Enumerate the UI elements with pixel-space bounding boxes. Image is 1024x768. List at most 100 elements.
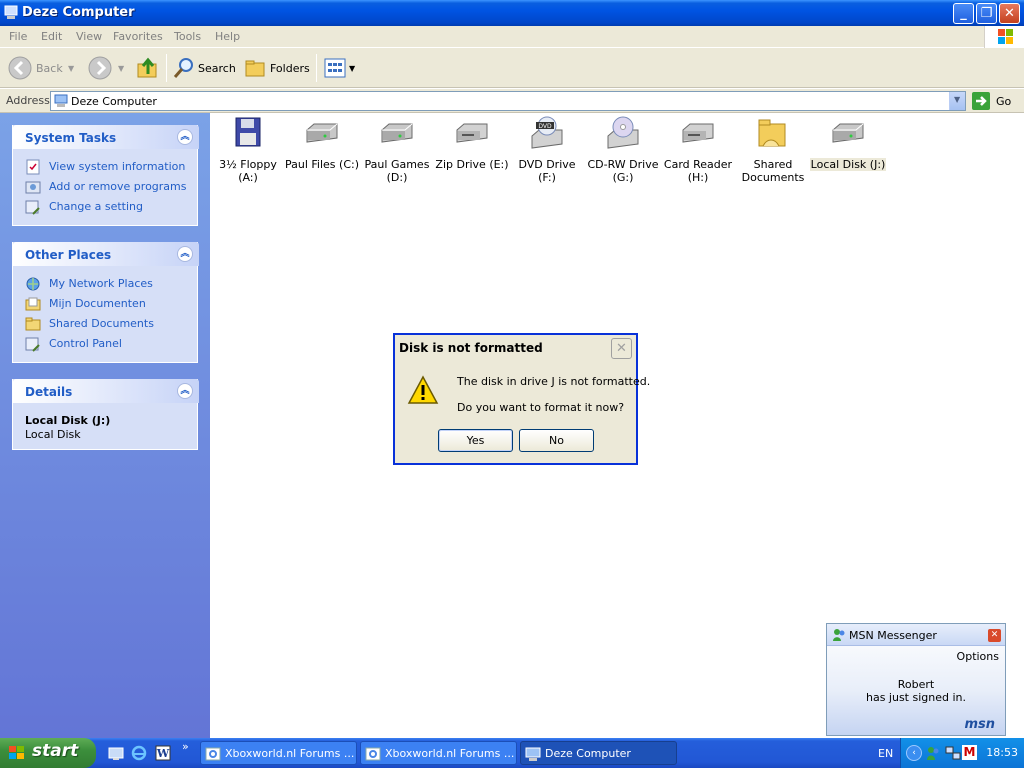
word-icon[interactable]: W — [155, 745, 171, 761]
collapse-icon[interactable]: ︽ — [177, 129, 193, 145]
drive-label: Shared Documents — [741, 158, 805, 184]
antivirus-tray-icon[interactable]: M — [962, 745, 977, 760]
details-panel: Details ︽ Local Disk (J:) Local Disk — [12, 379, 199, 450]
browser-page-icon — [205, 746, 221, 762]
forward-dropdown-icon: ▼ — [118, 64, 125, 73]
minimize-button[interactable]: _ — [953, 3, 974, 24]
taskbar-item-xboxworld-2[interactable]: Xboxworld.nl Forums ... — [360, 741, 517, 765]
details-item-type: Local Disk — [25, 428, 81, 441]
msn-message: has just signed in. — [865, 691, 967, 704]
clock[interactable]: 18:53 — [986, 746, 1018, 759]
drive-cdrw-g[interactable]: CD-RW Drive (G:) — [585, 116, 661, 184]
drive-dvd-f[interactable]: DVD DVD Drive (F:) — [509, 116, 585, 184]
dialog-title-bar[interactable]: Disk is not formatted ✕ — [395, 335, 636, 361]
system-tasks-header[interactable]: System Tasks ︽ — [13, 125, 199, 149]
taskbar-item-label: Xboxworld.nl Forums ... — [385, 747, 515, 760]
format-disk-dialog: Disk is not formatted ✕ The disk in driv… — [393, 333, 650, 465]
back-button[interactable]: Back ▼ — [6, 54, 78, 82]
menu-favorites[interactable]: Favorites — [113, 30, 163, 43]
address-dropdown-button[interactable]: ▼ — [949, 92, 965, 110]
menu-tools[interactable]: Tools — [174, 30, 201, 43]
drive-label: 3½ Floppy (A:) — [219, 158, 277, 184]
drive-paul-games-d[interactable]: Paul Games (D:) — [359, 116, 435, 184]
show-desktop-icon[interactable] — [108, 745, 124, 761]
toolbar-separator — [166, 54, 167, 82]
folders-icon — [244, 56, 268, 83]
system-tasks-panel: System Tasks ︽ View system information A… — [12, 125, 199, 226]
address-value: Deze Computer — [71, 95, 157, 108]
no-button[interactable]: No — [519, 429, 594, 452]
msn-options-link[interactable]: Options — [957, 650, 999, 663]
shared-documents-label: Shared Documents — [49, 317, 154, 330]
menu-help[interactable]: Help — [215, 30, 240, 43]
network-places-icon — [25, 276, 41, 292]
menu-edit[interactable]: Edit — [41, 30, 62, 43]
views-button[interactable]: ▼ — [322, 54, 358, 82]
up-folder-button[interactable] — [134, 54, 162, 82]
drive-label: Paul Games (D:) — [364, 158, 430, 184]
back-arrow-icon — [8, 56, 32, 83]
system-tasks-title: System Tasks — [25, 131, 117, 145]
go-arrow-icon — [972, 92, 990, 113]
drive-local-disk-j[interactable]: Local Disk (J:) — [810, 116, 886, 171]
control-panel-icon — [25, 336, 41, 352]
system-info-icon — [25, 159, 41, 175]
internet-explorer-icon[interactable] — [131, 745, 147, 761]
restore-icon: ❐ — [980, 6, 993, 21]
drive-paul-files-c[interactable]: Paul Files (C:) — [284, 116, 360, 171]
network-tray-icon[interactable] — [945, 745, 961, 764]
control-panel-label: Control Panel — [49, 337, 122, 350]
msn-close-icon[interactable]: ✕ — [988, 629, 1001, 642]
drive-label: Zip Drive (E:) — [435, 158, 509, 171]
search-button[interactable]: Search — [170, 54, 236, 82]
msn-title: MSN Messenger — [849, 629, 937, 642]
chevron-down-icon: ▼ — [954, 95, 961, 104]
back-dropdown-icon: ▼ — [68, 64, 75, 73]
views-dropdown-icon: ▼ — [349, 64, 356, 73]
other-places-header[interactable]: Other Places ︽ — [13, 242, 199, 266]
folders-label: Folders — [270, 62, 310, 75]
removable-drive-icon — [454, 116, 490, 150]
address-field[interactable]: Deze Computer ▼ — [50, 91, 966, 111]
menu-view[interactable]: View — [76, 30, 102, 43]
dialog-close-button[interactable]: ✕ — [611, 338, 632, 359]
view-system-information-label: View system information — [49, 160, 186, 173]
drive-floppy-a[interactable]: 3½ Floppy (A:) — [210, 116, 286, 184]
drive-card-reader-h[interactable]: Card Reader (H:) — [660, 116, 736, 184]
msn-header: MSN Messenger ✕ — [827, 624, 1005, 646]
title-bar[interactable]: Deze Computer _ ❐ ✕ — [0, 0, 1024, 26]
dvd-drive-icon: DVD — [529, 116, 565, 150]
start-button[interactable]: start — [0, 738, 96, 768]
taskbar-item-xboxworld-1[interactable]: Xboxworld.nl Forums ... — [200, 741, 357, 765]
add-remove-icon — [25, 179, 41, 195]
details-item-name: Local Disk (J:) — [25, 414, 111, 427]
folder-icon — [755, 116, 791, 150]
menu-file[interactable]: File — [9, 30, 27, 43]
yes-button[interactable]: Yes — [438, 429, 513, 452]
folders-button[interactable]: Folders — [242, 54, 310, 83]
shared-documents-folder[interactable]: Shared Documents — [735, 116, 811, 184]
restore-button[interactable]: ❐ — [976, 3, 997, 24]
language-indicator[interactable]: EN — [878, 747, 893, 760]
collapse-icon[interactable]: ︽ — [177, 383, 193, 399]
tray-expand-icon[interactable]: ‹ — [906, 745, 922, 761]
system-tray: ‹ M 18:53 — [900, 738, 1024, 768]
close-button[interactable]: ✕ — [999, 3, 1020, 24]
search-icon — [172, 56, 196, 83]
explorer-window: Deze Computer _ ❐ ✕ File Edit View Favor… — [0, 0, 1024, 738]
drive-zip-e[interactable]: Zip Drive (E:) — [434, 116, 510, 171]
hard-disk-icon — [379, 116, 415, 150]
msn-notification[interactable]: MSN Messenger ✕ Options Robert has just … — [826, 623, 1006, 736]
dialog-title: Disk is not formatted — [399, 341, 543, 355]
collapse-icon[interactable]: ︽ — [177, 246, 193, 262]
taskbar-item-label: Deze Computer — [545, 747, 631, 760]
go-button[interactable]: Go — [972, 92, 1020, 110]
quicklaunch-overflow-icon[interactable]: » — [182, 740, 189, 753]
msn-buddy-icon — [832, 628, 846, 645]
taskbar-item-deze-computer[interactable]: Deze Computer — [520, 741, 677, 765]
back-label: Back — [36, 62, 63, 75]
forward-button[interactable]: ▼ — [86, 54, 128, 82]
details-header[interactable]: Details ︽ — [13, 379, 199, 403]
documents-folder-icon — [25, 296, 41, 312]
msn-tray-icon[interactable] — [925, 745, 941, 764]
